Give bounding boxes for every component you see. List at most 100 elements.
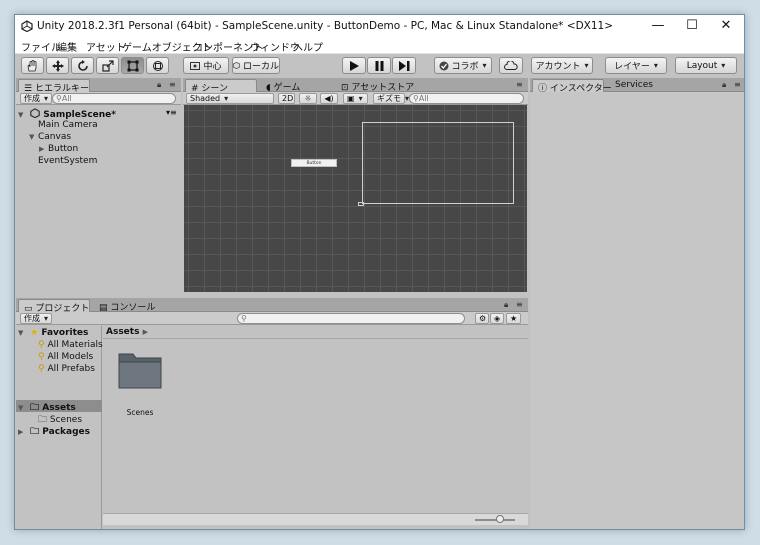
hierarchy-item-button[interactable]: ▶ Button [39,144,78,154]
panel-menu-icon[interactable]: ≡ [516,300,523,309]
inspector-tabstrip: ⓘ インスペクター Services 🔒︎ ≡ [530,78,744,94]
panel-menu-icon[interactable]: ≡ [734,80,741,89]
tab-asset-store[interactable]: ⊡ アセットストア [336,79,419,93]
lock-icon[interactable]: 🔒︎ [157,80,161,90]
tab-scene[interactable]: # シーン [185,79,257,94]
speaker-icon: ◀) [324,94,334,103]
packages-folder-item[interactable]: ▶ 🗀︎ Packages [18,424,90,440]
pivot-space-toggle[interactable]: ローカル [232,57,280,74]
close-button[interactable]: ✕ [709,15,743,37]
minimize-button[interactable]: — [641,15,675,37]
tab-game[interactable]: ◖ ゲーム [261,79,305,93]
transform-tool-button[interactable] [146,57,169,74]
tab-project[interactable]: ▭ プロジェクト [18,299,90,314]
expand-arrow-icon[interactable]: ▼ [18,404,27,412]
filter-label-button[interactable]: ◈ [490,313,504,324]
expand-arrow-icon[interactable]: ▼ [18,329,27,337]
menu-file[interactable]: ファイル [21,39,61,54]
layout-dropdown[interactable]: Layout [675,57,737,74]
rect-transform-icon [127,60,138,71]
favorite-all-prefabs[interactable]: ⚲ All Prefabs [38,364,95,374]
filter-type-button[interactable]: ⚙ [475,313,489,324]
menu-help[interactable]: ヘルプ [293,39,323,54]
project-create-dropdown[interactable]: 作成 [20,313,53,324]
shading-mode-dropdown[interactable]: Shaded [186,93,274,104]
icon-size-slider-track[interactable] [475,519,515,521]
tab-services[interactable]: Services [610,79,658,92]
grid-item-scenes[interactable] [117,350,163,396]
panel-menu-icon[interactable]: ≡ [516,80,523,89]
breadcrumb-assets[interactable]: Assets [106,327,139,337]
move-tool-button[interactable] [46,57,69,74]
icon-size-slider-thumb[interactable] [496,515,504,523]
pivot-center-toggle[interactable]: 中心 [183,57,229,74]
layers-label: レイヤー [614,62,650,72]
expand-arrow-icon[interactable]: ▼ [29,133,38,141]
scene-ui-button[interactable]: Button [291,159,337,167]
lighting-toggle[interactable]: ☼ [299,93,317,104]
gizmos-label: ギズモ [377,94,401,103]
scene-root-item[interactable]: ▼ SampleScene* ▾≡ [18,108,179,120]
tab-inspector[interactable]: ⓘ インスペクター [532,79,612,94]
pause-button[interactable] [367,57,391,74]
search-filter-icon: ⚲ [38,340,45,350]
gizmos-dropdown[interactable]: ギズモ [373,93,405,104]
hierarchy-item-main-camera[interactable]: Main Camera [38,120,98,130]
favorites-group[interactable]: ▼ ★ Favorites [18,328,88,338]
favorite-all-models[interactable]: ⚲ All Models [38,352,93,362]
project-bottom-bar [103,513,528,525]
packages-folder-label: Packages [42,427,91,437]
expand-arrow-icon[interactable]: ▼ [18,111,27,119]
hierarchy-item-eventsystem[interactable]: EventSystem [38,156,97,166]
project-search-input[interactable]: ⚲ [237,313,465,324]
cloud-icon [504,61,518,70]
hierarchy-item-canvas[interactable]: ▼ Canvas [29,132,71,142]
step-button[interactable] [392,57,416,74]
collab-dropdown[interactable]: コラボ [434,57,492,74]
panel-menu-icon[interactable]: ≡ [169,80,176,89]
canvas-corner-handle[interactable] [358,202,364,206]
scale-tool-button[interactable] [96,57,119,74]
hand-tool-button[interactable] [21,57,44,74]
eventsystem-label: EventSystem [38,156,98,166]
space-label: ローカル [242,62,279,72]
mode-2d-toggle[interactable]: 2D [278,93,295,104]
collapse-arrow-icon[interactable]: ▶ [39,145,48,153]
hierarchy-create-dropdown[interactable]: 作成 [20,93,53,104]
menu-edit[interactable]: 編集 [57,39,77,54]
effects-dropdown[interactable]: ▣ [343,93,368,104]
hierarchy-search-input[interactable]: ⚲All [52,93,176,104]
rotate-tool-button[interactable] [71,57,94,74]
menu-assets[interactable]: アセット [86,39,126,54]
collapse-arrow-icon[interactable]: ▶ [18,428,27,436]
pivot-icon [190,61,201,70]
tab-hierarchy[interactable]: ☰ ヒエラルキー [18,79,90,94]
rect-tool-button[interactable] [121,57,144,74]
lock-icon[interactable]: 🔒︎ [722,80,726,90]
scene-viewport[interactable]: Button [184,105,527,292]
account-dropdown[interactable]: アカウント [531,57,593,74]
lock-icon[interactable]: 🔒︎ [504,300,508,310]
main-camera-label: Main Camera [38,120,98,130]
layers-dropdown[interactable]: レイヤー [605,57,667,74]
cloud-button[interactable] [499,57,523,74]
scale-icon [101,59,114,72]
scene-search-input[interactable]: ⚲All [409,93,524,104]
play-button[interactable] [342,57,366,74]
sun-icon: ☼ [304,94,312,103]
star-icon: ★ [30,328,39,338]
grid-item-scenes-label: Scenes [126,408,154,417]
search-icon: ⚲ [241,314,247,323]
hierarchy-tabstrip: ☰ ヒエラルキー 🔒︎ ≡ [16,78,181,94]
maximize-button[interactable]: ☐ [675,15,709,37]
project-tabstrip: ▭ プロジェクト ▤ コンソール 🔒︎ ≡ [16,298,528,314]
unity-scene-icon [30,108,40,119]
tab-console[interactable]: ▤ コンソール [94,299,160,313]
collab-label: コラボ [451,62,479,72]
menu-bar: ファイル 編集 アセット ゲームオブジェクト コンポーネント ウィンドウ ヘルプ [15,37,744,54]
scene-menu-icon[interactable]: ▾≡ [166,108,177,117]
all-prefabs-label: All Prefabs [47,364,95,374]
audio-toggle[interactable]: ◀) [320,93,338,104]
favorite-button[interactable]: ★ [506,313,521,324]
favorite-all-materials[interactable]: ⚲ All Materials [38,340,103,350]
